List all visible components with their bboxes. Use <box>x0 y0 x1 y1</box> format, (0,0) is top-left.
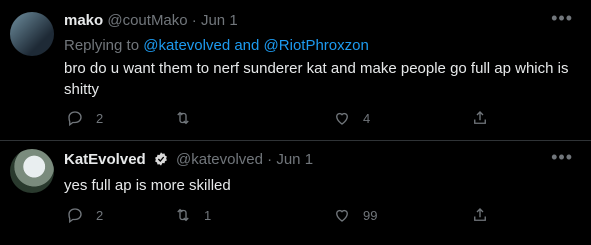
replying-link-2[interactable]: @RiotPhroxzon <box>264 37 369 54</box>
display-name[interactable]: KatEvolved <box>64 151 146 168</box>
reply-button[interactable]: 2 <box>66 108 103 128</box>
like-count: 99 <box>363 207 378 223</box>
like-count: 4 <box>363 110 371 126</box>
reply-count: 2 <box>96 110 104 126</box>
retweet-button[interactable] <box>174 108 204 128</box>
tweet-date[interactable]: Jun 1 <box>201 12 238 29</box>
tweet[interactable]: KatEvolved @katevolved · Jun 1 ••• yes f… <box>0 141 591 245</box>
display-name[interactable]: mako <box>64 12 103 29</box>
tweet-date[interactable]: Jun 1 <box>276 151 313 168</box>
heart-icon <box>336 209 348 222</box>
retweet-count: 1 <box>204 207 212 223</box>
share-icon <box>474 111 486 124</box>
tweet-actions: 2 1 99 <box>64 205 486 225</box>
separator-dot: · <box>191 12 197 29</box>
user-handle[interactable]: @coutMako <box>107 12 187 29</box>
like-button[interactable]: 99 <box>333 205 377 225</box>
replying-prefix: Replying to <box>64 37 140 54</box>
share-icon <box>474 208 486 221</box>
reply-count: 2 <box>96 207 104 223</box>
share-button[interactable] <box>471 205 489 225</box>
retweet-icon <box>177 111 189 125</box>
verified-badge-icon <box>155 152 167 166</box>
tweet-header: mako @coutMako · Jun 1 <box>64 12 238 29</box>
replying-link[interactable]: @katevolved <box>143 37 230 54</box>
retweet-button[interactable]: 1 <box>174 205 211 225</box>
replying-join: and <box>234 37 260 54</box>
share-button[interactable] <box>471 108 489 128</box>
user-handle[interactable]: @katevolved <box>176 151 263 168</box>
replying-to: Replying to @katevolved and @RiotPhroxzo… <box>64 37 369 54</box>
tweet-text: yes full ap is more skilled <box>64 177 231 194</box>
more-horizontal-icon[interactable]: ••• <box>551 8 573 29</box>
reply-icon <box>68 208 82 224</box>
tweet[interactable]: mako @coutMako · Jun 1 ••• Replying to @… <box>0 0 591 141</box>
reply-button[interactable]: 2 <box>66 205 103 225</box>
retweet-icon <box>177 208 189 222</box>
avatar[interactable] <box>10 12 54 56</box>
tweet-text: bro do u want them to nerf sunderer kat … <box>64 60 569 98</box>
heart-icon <box>336 112 348 125</box>
more-horizontal-icon[interactable]: ••• <box>551 147 573 168</box>
like-button[interactable]: 4 <box>333 108 370 128</box>
tweet-header: KatEvolved @katevolved · Jun 1 <box>64 151 313 168</box>
tweet-actions: 2 4 <box>64 108 486 128</box>
avatar[interactable] <box>10 149 54 193</box>
separator-dot: · <box>267 151 273 168</box>
reply-icon <box>68 111 82 127</box>
